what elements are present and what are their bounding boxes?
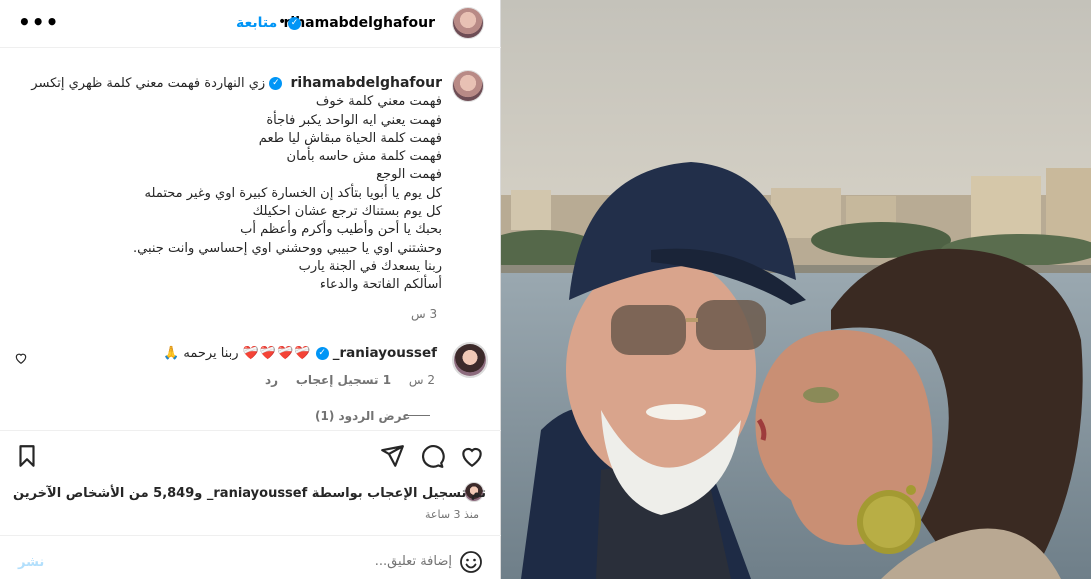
- post-photo[interactable]: [501, 0, 1091, 579]
- verified-badge-icon: ✓: [269, 77, 283, 90]
- caption-line: فهمت معني كلمة خوف: [315, 94, 442, 110]
- emoji-smiley-icon[interactable]: [459, 550, 483, 574]
- comment-body: ربنا يرحمه 🙏: [163, 346, 239, 361]
- comment-like-heart-icon[interactable]: [14, 351, 28, 365]
- caption-line: زي النهاردة فهمت معني كلمة ظهري إتكسر: [31, 76, 266, 91]
- mending-heart-emojis: ❤️‍🩹❤️‍🩹❤️‍🩹❤️‍🩹: [242, 346, 312, 361]
- caption-author-avatar[interactable]: [452, 70, 484, 102]
- caption-timestamp[interactable]: 3 س: [411, 307, 437, 321]
- verified-badge-icon: ✓: [288, 17, 301, 30]
- comment-time[interactable]: 2 س: [409, 373, 435, 387]
- caption-line: فهمت يعني ايه الواحد يكبر فاجأة: [266, 112, 442, 128]
- post-age[interactable]: منذ 3 ساعة: [425, 508, 479, 521]
- comment-meta: 2 س 1 تسجيل إعجاب رد: [251, 373, 435, 387]
- likes-summary[interactable]: تم تسجيل الإعجاب بواسطة raniayoussef_ و5…: [13, 486, 486, 501]
- comment-likes-count[interactable]: 1 تسجيل إعجاب: [296, 373, 391, 387]
- caption-username[interactable]: rihamabdelghafour: [290, 75, 442, 91]
- view-replies-button[interactable]: عرض الردود (1): [315, 409, 410, 423]
- verified-badge-icon: ✓: [315, 347, 329, 360]
- author-avatar[interactable]: [452, 7, 484, 39]
- comment-bubble-icon[interactable]: [419, 443, 445, 469]
- like-heart-icon[interactable]: [459, 443, 485, 469]
- caption-line: فهمت كلمة الحياة مبقاش ليا طعم: [258, 130, 442, 146]
- caption-line: فهمت كلمة مش حاسه بأمان: [286, 149, 442, 165]
- post-actions-bar: [0, 430, 501, 480]
- post-comment-button[interactable]: نشر: [18, 555, 44, 570]
- caption-line: ربنا يسعدك في الجنة يارب: [298, 258, 442, 274]
- post-details-panel: rihamabdelghafour ✓ • متابعة ••• rihamab…: [0, 0, 501, 579]
- caption-line: وحشتني اوي يا حبيبي ووحشني اوي إحساسي وا…: [132, 240, 442, 256]
- post-photo-illustration: [501, 0, 1091, 579]
- comment-composer: نشر: [0, 535, 501, 579]
- comment-text: raniayoussef_ ✓ ❤️‍🩹❤️‍🩹❤️‍🩹❤️‍🩹 ربنا ير…: [163, 345, 437, 361]
- separator-dot: •: [278, 14, 287, 30]
- caption-line: كل يوم بستناك ترجع عشان احكيلك: [252, 204, 442, 220]
- follow-button[interactable]: متابعة: [236, 15, 277, 31]
- caption-line: بحبك يا أحن وأطيب وأكرم وأعظم أب: [240, 222, 442, 238]
- more-options-icon[interactable]: •••: [18, 10, 59, 34]
- caption-line: كل يوم يا أبويا بتأكد إن الخسارة كبيرة ا…: [144, 185, 442, 201]
- share-paper-plane-icon[interactable]: [379, 443, 405, 469]
- caption-line: فهمت الوجع: [376, 167, 442, 183]
- commenter-username[interactable]: raniayoussef_: [333, 345, 437, 361]
- save-bookmark-icon[interactable]: [14, 443, 40, 469]
- caption-line: أسألكم الفاتحة والدعاء: [319, 277, 442, 293]
- caption-first-line: rihamabdelghafour ✓ زي النهاردة فهمت معن…: [12, 74, 442, 93]
- author-username[interactable]: rihamabdelghafour: [283, 15, 435, 31]
- reply-button[interactable]: رد: [265, 373, 278, 387]
- commenter-avatar[interactable]: [452, 342, 488, 378]
- comment-input[interactable]: [60, 548, 452, 574]
- post-caption: rihamabdelghafour ✓ زي النهاردة فهمت معن…: [12, 74, 442, 295]
- post-header: rihamabdelghafour ✓ • متابعة •••: [0, 0, 501, 48]
